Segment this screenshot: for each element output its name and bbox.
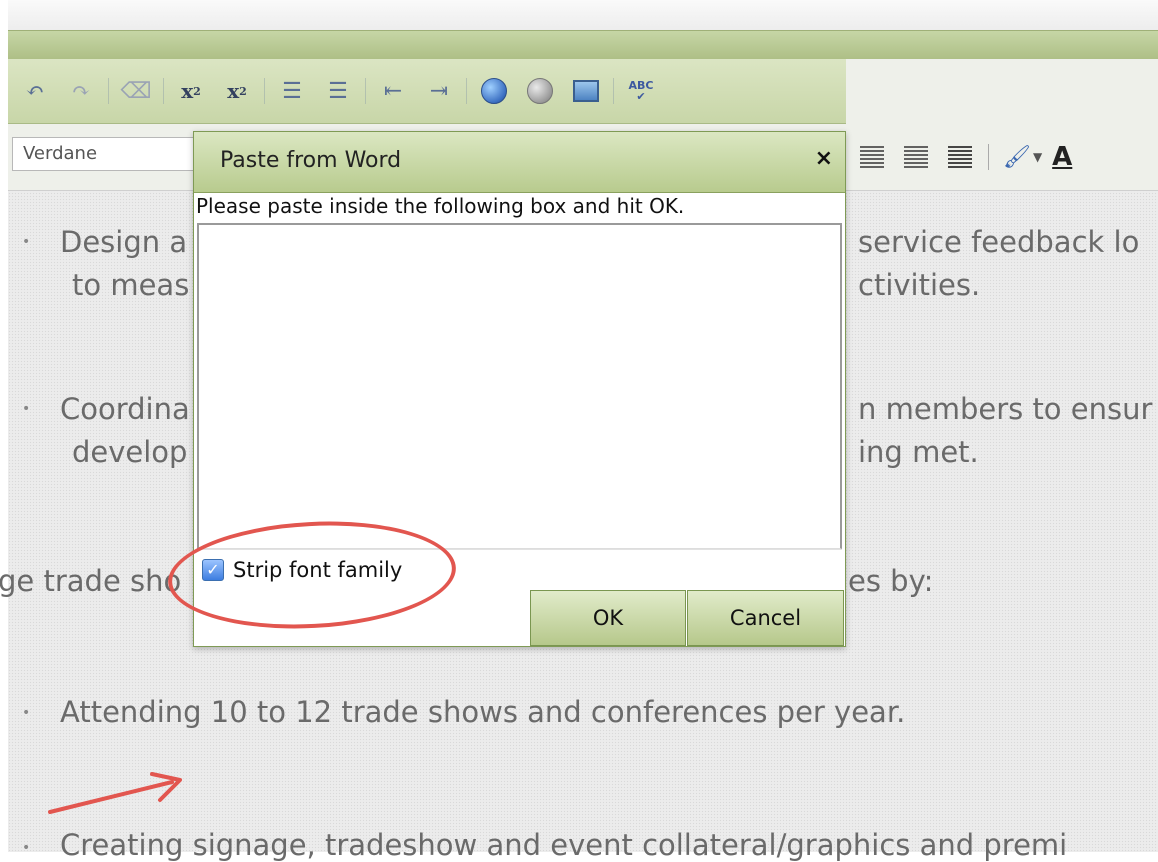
toolbar-separator: [163, 78, 164, 104]
superscript-icon[interactable]: x2: [174, 74, 208, 108]
doc-line: Attending 10 to 12 trade shows and confe…: [60, 695, 906, 729]
doc-line-right: ctivities.: [858, 268, 981, 302]
doc-line-left: develop: [72, 435, 188, 469]
doc-line-left: ge trade sho: [0, 564, 182, 598]
spellcheck-icon[interactable]: ABC ✔: [624, 74, 658, 108]
doc-line: Creating signage, tradeshow and event co…: [60, 828, 1068, 862]
toolbar-separator: [108, 78, 109, 104]
doc-line-left: Design a: [60, 225, 188, 259]
editor-header-band: [8, 30, 1158, 60]
toolbar-separator: [466, 78, 467, 104]
doc-line-left: to meas: [72, 268, 190, 302]
toolbar-empty-area: [846, 59, 1158, 125]
font-color-icon[interactable]: A: [1052, 142, 1072, 172]
eraser-icon[interactable]: ⌫: [119, 74, 153, 108]
window-top-band: [8, 0, 1158, 30]
chevron-down-icon[interactable]: ▼: [1033, 150, 1042, 164]
cancel-button[interactable]: Cancel: [687, 590, 844, 646]
doc-line-right: service feedback lo: [858, 225, 1140, 259]
bullet-icon: •: [22, 234, 31, 250]
align-justify-icon[interactable]: [948, 146, 972, 168]
numbered-list-icon[interactable]: ☰: [275, 74, 309, 108]
toolbar-separator: [365, 78, 366, 104]
dialog-title: Paste from Word: [220, 148, 402, 173]
align-right-icon[interactable]: [904, 146, 928, 168]
bullet-icon: •: [22, 401, 31, 417]
highlight-color-icon[interactable]: 🖌: [1003, 145, 1031, 170]
doc-line-left: Coordina: [60, 392, 190, 426]
undo-icon[interactable]: ↶: [18, 74, 52, 108]
doc-line-right: es by:: [848, 564, 934, 598]
indent-icon[interactable]: ⇥: [422, 74, 456, 108]
ok-button[interactable]: OK: [530, 590, 686, 646]
formatting-toolbar: ↶ ↷ ⌫ x2 x2 ☰ ☰ ⇤ ⇥ ABC ✔: [8, 59, 846, 124]
toolbar-separator: [264, 78, 265, 104]
doc-line-right: ing met.: [858, 435, 979, 469]
dialog-title-bar[interactable]: Paste from Word ×: [194, 132, 845, 193]
remove-link-icon[interactable]: [523, 74, 557, 108]
toolbar-separator: [988, 144, 989, 170]
font-toolbar-right-group: 🖌 ▼ A: [850, 132, 1072, 182]
annotation-arrow-icon: [48, 772, 182, 814]
insert-image-icon[interactable]: [569, 74, 603, 108]
bullet-icon: •: [22, 840, 31, 856]
doc-line-right: n members to ensur: [858, 392, 1153, 426]
font-family-select[interactable]: Verdane: [12, 137, 196, 171]
paste-input-area[interactable]: [197, 223, 842, 549]
bullet-list-icon[interactable]: ☰: [321, 74, 355, 108]
redo-icon[interactable]: ↷: [64, 74, 98, 108]
insert-link-icon[interactable]: [477, 74, 511, 108]
align-center-icon[interactable]: [860, 146, 884, 168]
close-icon[interactable]: ×: [815, 146, 833, 171]
bullet-icon: •: [22, 705, 31, 721]
outdent-icon[interactable]: ⇤: [376, 74, 410, 108]
dialog-instructions: Please paste inside the following box an…: [196, 194, 685, 218]
subscript-icon[interactable]: x2: [220, 74, 254, 108]
toolbar-separator: [613, 78, 614, 104]
